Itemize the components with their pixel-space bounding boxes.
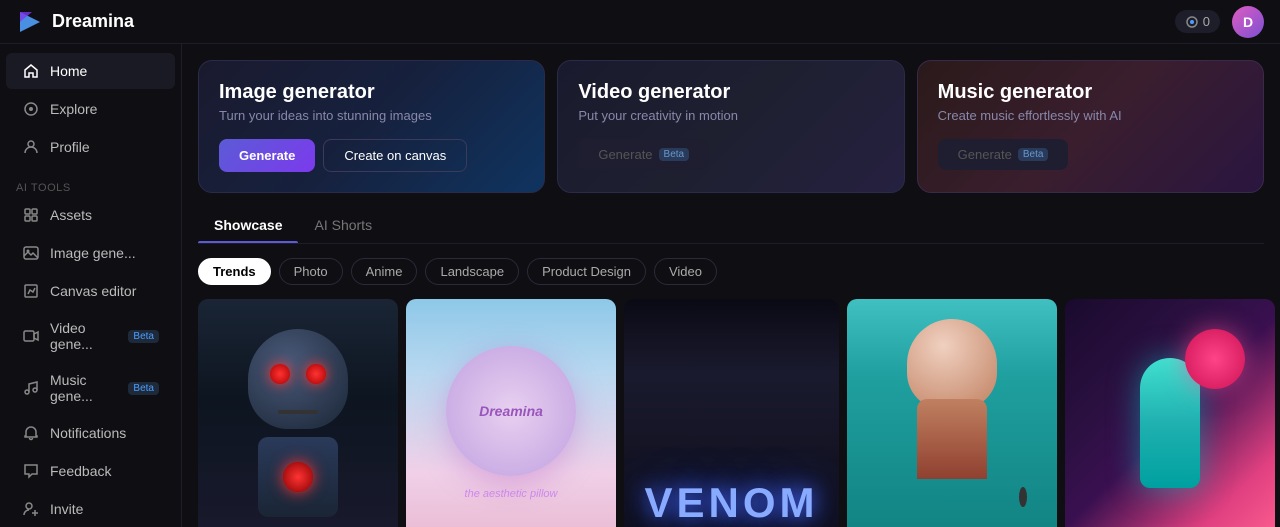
canvas-icon [22,282,40,300]
profile-icon [22,138,40,156]
sidebar-item-explore[interactable]: Explore [6,91,175,127]
user-avatar[interactable]: D [1232,6,1264,38]
dreamina-logo-icon [16,8,44,36]
music-gen-badge: Beta [128,382,159,395]
explore-icon [22,100,40,118]
sidebar-item-label: Image gene... [50,245,136,261]
venom-text: VENOM [644,479,818,527]
feature-cards: Image generator Turn your ideas into stu… [198,60,1264,193]
main-content: Image generator Turn your ideas into stu… [182,44,1280,527]
sidebar-item-profile[interactable]: Profile [6,129,175,165]
sidebar-item-label: Home [50,63,87,79]
sidebar: Home Explore Profile AI tools [0,44,182,527]
filter-pills: Trends Photo Anime Landscape Product Des… [198,258,1264,285]
card-title: Music generator [938,81,1243,104]
robot-right-eye [306,364,326,384]
gallery-item-dreaming[interactable]: Dreamina the aesthetic pillow [406,299,616,527]
image-generator-card: Image generator Turn your ideas into stu… [198,60,545,193]
music-generator-card: Music generator Create music effortlessl… [917,60,1264,193]
gallery-item-neon[interactable] [1065,299,1275,527]
filter-anime[interactable]: Anime [351,258,418,285]
image-icon [22,244,40,262]
filter-landscape[interactable]: Landscape [425,258,519,285]
sidebar-item-canvas-editor[interactable]: Canvas editor [6,273,175,309]
home-icon [22,62,40,80]
sidebar-item-assets[interactable]: Assets [6,197,175,233]
main-layout: Home Explore Profile AI tools [0,44,1280,527]
bell-icon [22,424,40,442]
card-actions: Generate Beta [938,139,1243,170]
feedback-icon [22,462,40,480]
sidebar-item-image-gen[interactable]: Image gene... [6,235,175,271]
invite-icon [22,500,40,518]
sidebar-item-label: Profile [50,139,90,155]
sidebar-item-label: Canvas editor [50,283,136,299]
card-title: Video generator [578,81,883,104]
video-generate-button[interactable]: Generate Beta [578,139,709,170]
filter-trends[interactable]: Trends [198,258,271,285]
topnav: Dreamina 0 D [0,0,1280,44]
sidebar-item-notifications[interactable]: Notifications [6,415,175,451]
card-subtitle: Turn your ideas into stunning images [219,108,524,123]
create-on-canvas-button[interactable]: Create on canvas [323,139,467,172]
gallery-item-portrait[interactable] [847,299,1057,527]
sidebar-item-label: Feedback [50,463,111,479]
video-beta-badge: Beta [659,148,690,161]
video-icon [22,327,40,345]
sidebar-item-invite[interactable]: Invite [6,491,175,527]
assets-icon [22,206,40,224]
notif-count: 0 [1203,14,1210,29]
image-gallery: Dreamina the aesthetic pillow VENOM [198,299,1264,527]
card-subtitle: Put your creativity in motion [578,108,883,123]
sidebar-item-label: Notifications [50,425,126,441]
bell-small-icon [1185,15,1199,29]
sidebar-item-video-gen[interactable]: Video gene... Beta [6,311,175,361]
sidebar-item-feedback[interactable]: Feedback [6,453,175,489]
tab-showcase[interactable]: Showcase [198,211,298,243]
sidebar-item-label: Invite [50,501,83,517]
music-icon [22,379,40,397]
video-generator-card: Video generator Put your creativity in m… [557,60,904,193]
sidebar-item-label: Music gene... [50,372,116,404]
notification-counter[interactable]: 0 [1175,10,1220,33]
card-title: Image generator [219,81,524,104]
sidebar-item-label: Assets [50,207,92,223]
card-actions: Generate Create on canvas [219,139,524,172]
logo-text: Dreamina [52,11,134,32]
filter-product-design[interactable]: Product Design [527,258,646,285]
music-generate-button[interactable]: Generate Beta [938,139,1069,170]
card-subtitle: Create music effortlessly with AI [938,108,1243,123]
sidebar-item-label: Explore [50,101,97,117]
tab-ai-shorts[interactable]: AI Shorts [298,211,388,243]
filter-photo[interactable]: Photo [279,258,343,285]
card-actions: Generate Beta [578,139,883,170]
sidebar-item-label: Video gene... [50,320,116,352]
topnav-right: 0 D [1175,6,1264,38]
gallery-item-venom[interactable]: VENOM [624,299,839,527]
sidebar-section-ai-tools: AI tools [0,178,181,196]
filter-video[interactable]: Video [654,258,717,285]
video-gen-badge: Beta [128,330,159,343]
logo[interactable]: Dreamina [16,8,134,36]
image-generate-button[interactable]: Generate [219,139,315,172]
music-beta-badge: Beta [1018,148,1049,161]
sidebar-item-home[interactable]: Home [6,53,175,89]
sidebar-item-music-gen[interactable]: Music gene... Beta [6,363,175,413]
robot-left-eye [270,364,290,384]
gallery-item-robot[interactable] [198,299,398,527]
showcase-tabs: Showcase AI Shorts [198,211,1264,244]
